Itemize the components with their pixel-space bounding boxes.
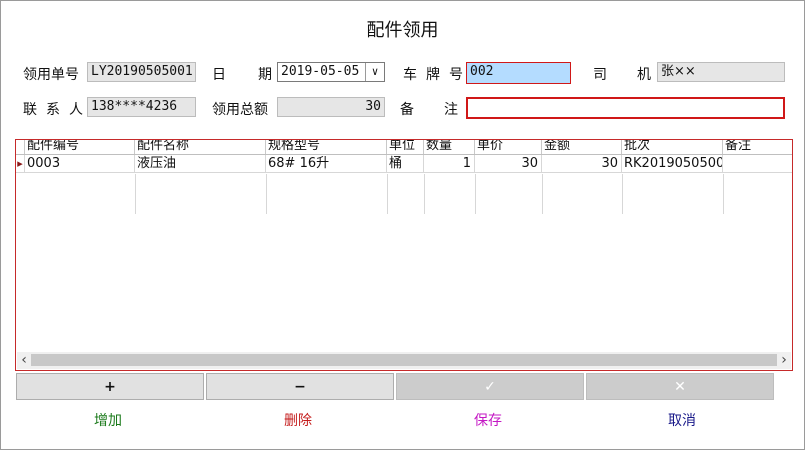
contact-label-3: 人: [69, 102, 83, 118]
contact-label-1: 联: [23, 102, 37, 118]
driver-label-1: 司: [593, 67, 607, 83]
delete-link[interactable]: 删除: [258, 410, 338, 430]
order-no-label: 领用单号: [23, 67, 79, 83]
add-button[interactable]: +: [16, 373, 204, 400]
grid-divider: [723, 174, 724, 214]
parts-grid[interactable]: 配件编号 配件名称 规格型号 单位 数量 单价 金额 批次 备注 ▸ 0003 …: [15, 139, 793, 371]
header-code[interactable]: 配件编号: [25, 140, 135, 154]
save-button[interactable]: ✓: [396, 373, 584, 400]
cell-unit[interactable]: 桶: [387, 155, 424, 172]
grid-divider: [542, 174, 543, 214]
date-value: 2019-05-05: [281, 64, 360, 79]
cell-qty[interactable]: 1: [424, 155, 475, 172]
scroll-right-icon[interactable]: ›: [778, 352, 790, 368]
save-link[interactable]: 保存: [448, 410, 528, 430]
grid-divider: [387, 174, 388, 214]
header-unit[interactable]: 单位: [387, 140, 424, 154]
total-field[interactable]: 30: [277, 97, 385, 117]
header-spec[interactable]: 规格型号: [266, 140, 387, 154]
driver-label-2: 机: [637, 67, 651, 83]
header-batch[interactable]: 批次: [622, 140, 723, 154]
driver-field[interactable]: 张××: [657, 62, 785, 82]
grid-divider: [475, 174, 476, 214]
cell-batch[interactable]: RK2019050500: [622, 155, 723, 172]
chevron-down-icon[interactable]: ∨: [365, 63, 384, 81]
horizontal-scrollbar[interactable]: ‹ ›: [17, 352, 791, 369]
date-picker[interactable]: 2019-05-05 ∨: [277, 62, 385, 82]
close-icon: ✕: [674, 378, 686, 395]
plate-label-2: 牌: [426, 67, 440, 83]
header-remark[interactable]: 备注: [723, 140, 792, 154]
plate-label-3: 号: [449, 67, 463, 83]
plate-label-1: 车: [403, 67, 417, 83]
date-label-2: 期: [258, 67, 272, 83]
cell-remark[interactable]: [723, 155, 792, 172]
plate-field[interactable]: 002: [466, 62, 571, 84]
header-amount[interactable]: 金额: [542, 140, 622, 154]
delete-button[interactable]: −: [206, 373, 394, 400]
cancel-link[interactable]: 取消: [642, 410, 722, 430]
caret-right-icon: ▸: [16, 155, 25, 172]
scrollbar-thumb[interactable]: [31, 354, 777, 366]
grid-header: 配件编号 配件名称 规格型号 单位 数量 单价 金额 批次 备注: [16, 140, 792, 155]
total-label: 领用总额: [212, 102, 268, 118]
order-no-field[interactable]: LY20190505001: [87, 62, 196, 82]
contact-label-2: 系: [46, 102, 60, 118]
header-qty[interactable]: 数量: [424, 140, 475, 154]
header-indicator-cell: [16, 140, 25, 154]
plus-icon: +: [104, 378, 116, 395]
cancel-button[interactable]: ✕: [586, 373, 774, 400]
grid-divider: [424, 174, 425, 214]
grid-divider: [622, 174, 623, 214]
cell-spec[interactable]: 68# 16升: [266, 155, 387, 172]
remark-label-1: 备: [400, 102, 414, 118]
table-row[interactable]: ▸ 0003 液压油 68# 16升 桶 1 30 30 RK201905050…: [16, 155, 792, 173]
minus-icon: −: [294, 378, 306, 395]
add-link[interactable]: 增加: [68, 410, 148, 430]
date-label-1: 日: [212, 67, 226, 83]
cell-amount[interactable]: 30: [542, 155, 622, 172]
grid-divider: [135, 174, 136, 214]
contact-field[interactable]: 138****4236: [87, 97, 196, 117]
check-icon: ✓: [484, 378, 496, 395]
remark-label-2: 注: [444, 102, 458, 118]
header-name[interactable]: 配件名称: [135, 140, 266, 154]
cell-price[interactable]: 30: [475, 155, 542, 172]
grid-divider: [266, 174, 267, 214]
remark-field[interactable]: [466, 97, 785, 119]
scroll-left-icon[interactable]: ‹: [18, 352, 30, 368]
cell-name[interactable]: 液压油: [135, 155, 266, 172]
page-title: 配件领用: [366, 20, 439, 41]
header-price[interactable]: 单价: [475, 140, 542, 154]
cell-code[interactable]: 0003: [25, 155, 135, 172]
